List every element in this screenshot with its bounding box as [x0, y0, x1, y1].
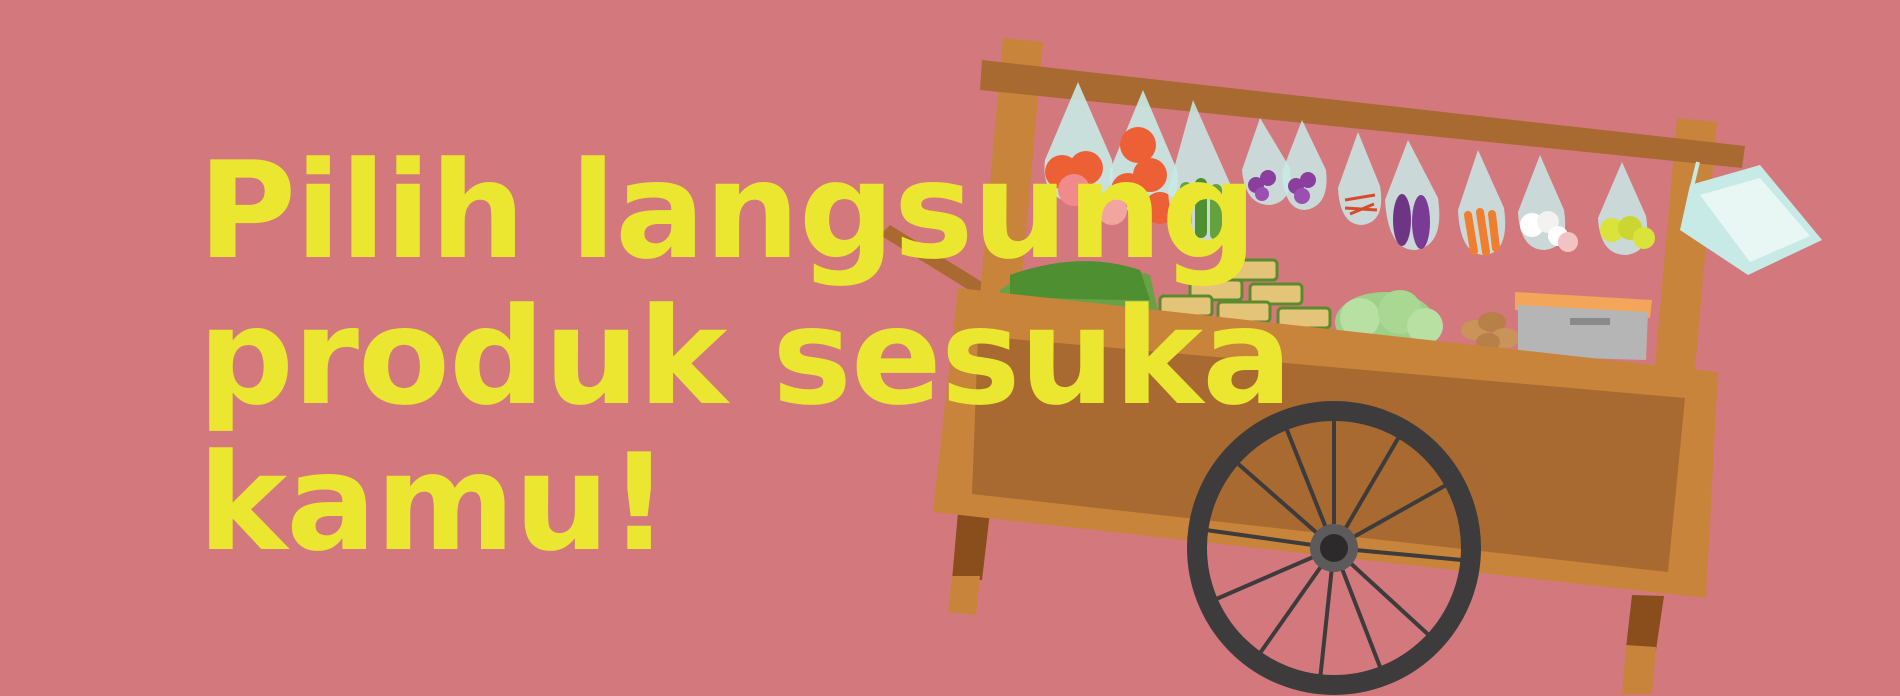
headline-line-3: kamu!: [198, 425, 670, 581]
chili-bag-icon: [1338, 132, 1382, 225]
steel-tray-icon: [1515, 292, 1652, 360]
banner: Pilih langsung produk sesuka kamu!: [0, 0, 1900, 696]
lime-bags-icon: [1598, 162, 1655, 255]
headline-line-1: Pilih langsung: [198, 133, 1257, 289]
cart-foot-left: [948, 576, 980, 615]
long-eggplant-bags-icon: [1385, 140, 1440, 250]
headline-line-2: produk sesuka: [198, 279, 1292, 435]
garlic-bags-icon: [1518, 155, 1578, 252]
cart-leg-right: [1626, 595, 1664, 650]
headline: Pilih langsung produk sesuka kamu!: [198, 133, 1292, 581]
cart-foot-right: [1622, 645, 1656, 694]
carrot-bag-icon: [1458, 150, 1506, 256]
